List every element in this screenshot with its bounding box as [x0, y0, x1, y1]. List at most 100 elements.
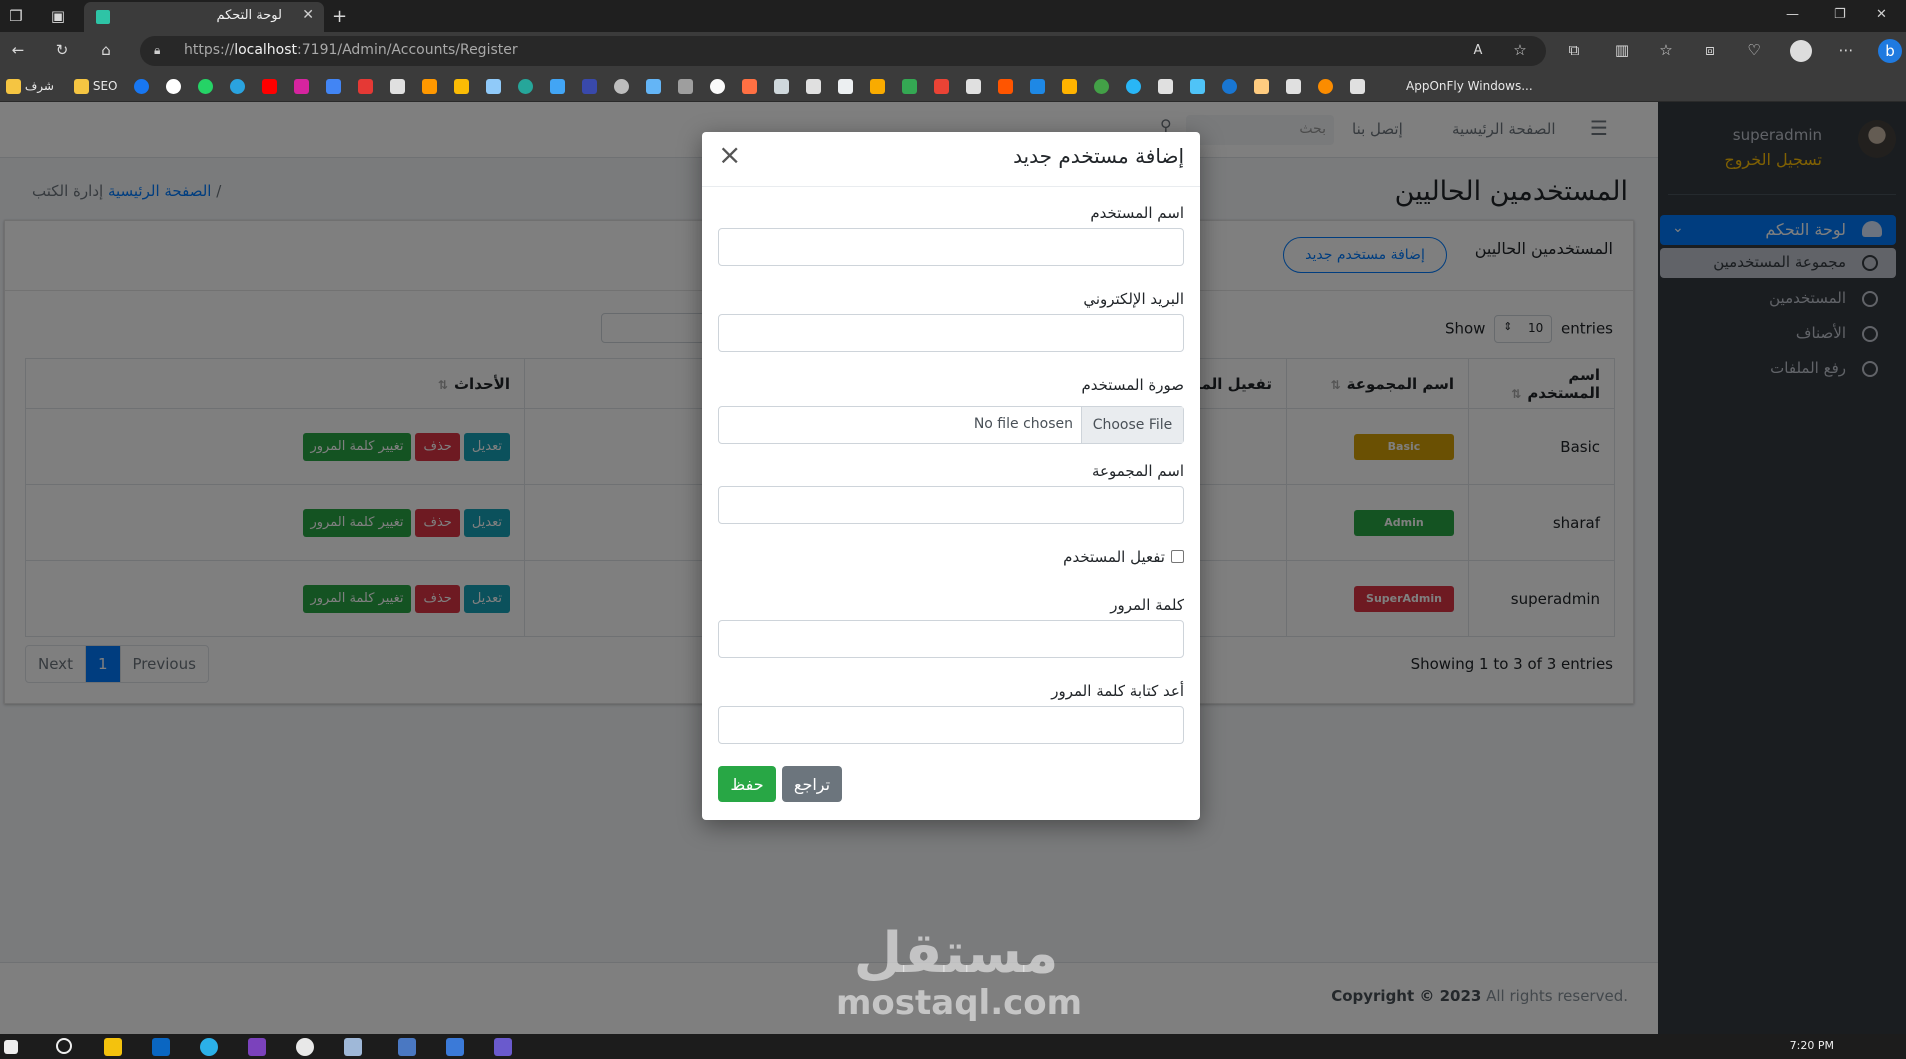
site-icon — [1254, 79, 1269, 94]
address-bar: ← ↻ ⌂ 🔒︎ https://localhost:7191/Admin/Ac… — [0, 32, 1906, 70]
bookmark-site-white[interactable] — [710, 77, 725, 95]
bookmark-site-store[interactable] — [838, 77, 853, 95]
bookmark-site-chart[interactable] — [1062, 77, 1077, 95]
choose-file-button[interactable]: Choose File — [1081, 407, 1183, 443]
save-button[interactable]: حفظ — [718, 766, 776, 802]
bookmark-page-5[interactable] — [1350, 77, 1365, 95]
performance-icon[interactable]: ♡ — [1744, 42, 1764, 58]
bookmark-site-navy[interactable] — [582, 77, 597, 95]
new-tab-icon[interactable]: + — [332, 6, 347, 27]
refresh-icon[interactable]: ↻ — [52, 42, 72, 58]
extensions-icon[interactable]: ⧉ — [1564, 42, 1584, 58]
close-tab-icon[interactable]: ✕ — [302, 7, 314, 23]
cancel-button[interactable]: تراجع — [782, 766, 842, 802]
bookmark-site-red[interactable] — [358, 77, 373, 95]
bookmark-site-sky[interactable] — [646, 77, 661, 95]
user-image-file-input[interactable]: No file chosen Choose File — [718, 406, 1184, 444]
bookmark-telegram[interactable] — [230, 77, 245, 95]
bookmark-site-azure[interactable] — [550, 77, 565, 95]
bookmark-page-3[interactable] — [1158, 77, 1173, 95]
restore-icon[interactable]: ❐ — [1834, 7, 1846, 22]
bookmark-site-globe[interactable] — [1222, 77, 1237, 95]
app-icon[interactable] — [446, 1038, 464, 1056]
app-icon[interactable] — [398, 1038, 416, 1056]
app-icon[interactable] — [494, 1038, 512, 1056]
bookmark-page-2[interactable] — [966, 77, 981, 95]
close-icon[interactable]: × — [718, 140, 741, 170]
profile-avatar[interactable] — [1790, 40, 1812, 62]
url-field[interactable]: 🔒︎ https://localhost:7191/Admin/Accounts… — [140, 36, 1546, 66]
site-icon — [486, 79, 501, 94]
bookmark-analytics[interactable] — [870, 77, 885, 95]
bookmark-site-card[interactable] — [1254, 77, 1269, 95]
password-label: كلمة المرور — [1110, 596, 1184, 614]
bookmark-label: AppOnFly Windows... — [1406, 79, 1533, 93]
email-label: البريد الإلكتروني — [1083, 290, 1184, 308]
search-icon[interactable] — [56, 1038, 72, 1054]
minimize-icon[interactable]: — — [1786, 7, 1799, 22]
bookmark-site-silver[interactable] — [678, 77, 693, 95]
username-field[interactable] — [718, 228, 1184, 266]
bookmark-folder-sharaf[interactable]: شرف — [6, 77, 54, 95]
bookmark-site-rainbow[interactable] — [742, 77, 757, 95]
start-icon[interactable] — [4, 1040, 18, 1054]
bookmark-site-link[interactable] — [774, 77, 789, 95]
bookmark-whatsapp[interactable] — [198, 77, 213, 95]
copilot-icon[interactable]: b — [1878, 39, 1902, 63]
edge-icon[interactable] — [200, 1038, 218, 1056]
active-user-checkbox[interactable] — [1171, 550, 1184, 563]
url-host: localhost — [234, 42, 298, 58]
bookmark-site-g[interactable] — [454, 77, 469, 95]
window-close-icon[interactable]: ✕ — [1876, 7, 1887, 22]
split-screen-icon[interactable]: ▥ — [1612, 42, 1632, 58]
bookmark-page[interactable] — [390, 77, 405, 95]
bookmark-site-green[interactable] — [1094, 77, 1109, 95]
app-icon[interactable] — [296, 1038, 314, 1056]
bookmark-site-blue[interactable] — [486, 77, 501, 95]
tab-actions-icon[interactable]: ▣ — [48, 8, 68, 24]
app-icon[interactable] — [344, 1038, 362, 1056]
browser-tab-active[interactable]: لوحة التحكم ✕ — [84, 2, 324, 32]
bookmark-folder-seo[interactable]: SEO — [74, 77, 117, 95]
bookmark-facebook[interactable] — [134, 77, 149, 95]
bookmark-paypal[interactable] — [1030, 77, 1045, 95]
bookmark-instagram[interactable] — [294, 77, 309, 95]
file-explorer-icon[interactable] — [104, 1038, 122, 1056]
add-user-modal: إضافة مستخدم جديد × اسم المستخدم البريد … — [702, 132, 1200, 820]
group-field[interactable] — [718, 486, 1184, 524]
bookmark-site-teal[interactable] — [518, 77, 533, 95]
workspaces-icon[interactable]: ❒ — [6, 8, 26, 24]
collections-icon[interactable]: ⧈ — [1700, 42, 1720, 58]
bookmark-translate[interactable] — [326, 77, 341, 95]
bookmark-site-orange[interactable] — [422, 77, 437, 95]
password-field[interactable] — [718, 620, 1184, 658]
bookmark-site-gray[interactable] — [614, 77, 629, 95]
bookmark-soundcloud[interactable] — [998, 77, 1013, 95]
favorite-star-icon[interactable]: ☆ — [1510, 42, 1530, 58]
bookmark-apponfly[interactable]: AppOnFly Windows... — [1406, 77, 1533, 95]
bookmark-google[interactable] — [166, 77, 181, 95]
lock-icon[interactable]: 🔒︎ — [154, 43, 160, 58]
bookmark-gmail[interactable] — [934, 77, 949, 95]
bookmark-site-cyan[interactable] — [1126, 77, 1141, 95]
site-icon — [1190, 79, 1205, 94]
confirm-password-label: أعد كتابة كلمة المرور — [1051, 682, 1184, 700]
back-icon[interactable]: ← — [8, 42, 28, 58]
bookmark-site-lightblue[interactable] — [1190, 77, 1205, 95]
more-icon[interactable]: ⋯ — [1836, 42, 1856, 58]
bookmark-youtube[interactable] — [262, 77, 277, 95]
visual-studio-icon[interactable] — [248, 1038, 266, 1056]
bookmark-site-orange-2[interactable] — [1318, 77, 1333, 95]
confirm-password-field[interactable] — [718, 706, 1184, 744]
outlook-icon[interactable] — [152, 1038, 170, 1056]
whatsapp-icon — [198, 79, 213, 94]
bookmark-ads[interactable] — [902, 77, 917, 95]
active-user-option[interactable]: تفعيل المستخدم — [1063, 548, 1184, 566]
email-field[interactable] — [718, 314, 1184, 352]
bookmark-page-4[interactable] — [1286, 77, 1301, 95]
file-status: No file chosen — [973, 416, 1073, 432]
read-aloud-icon[interactable]: A — [1468, 43, 1488, 59]
favorites-icon[interactable]: ☆ — [1656, 42, 1676, 58]
home-icon[interactable]: ⌂ — [96, 42, 116, 58]
bookmark-site-phone[interactable] — [806, 77, 821, 95]
